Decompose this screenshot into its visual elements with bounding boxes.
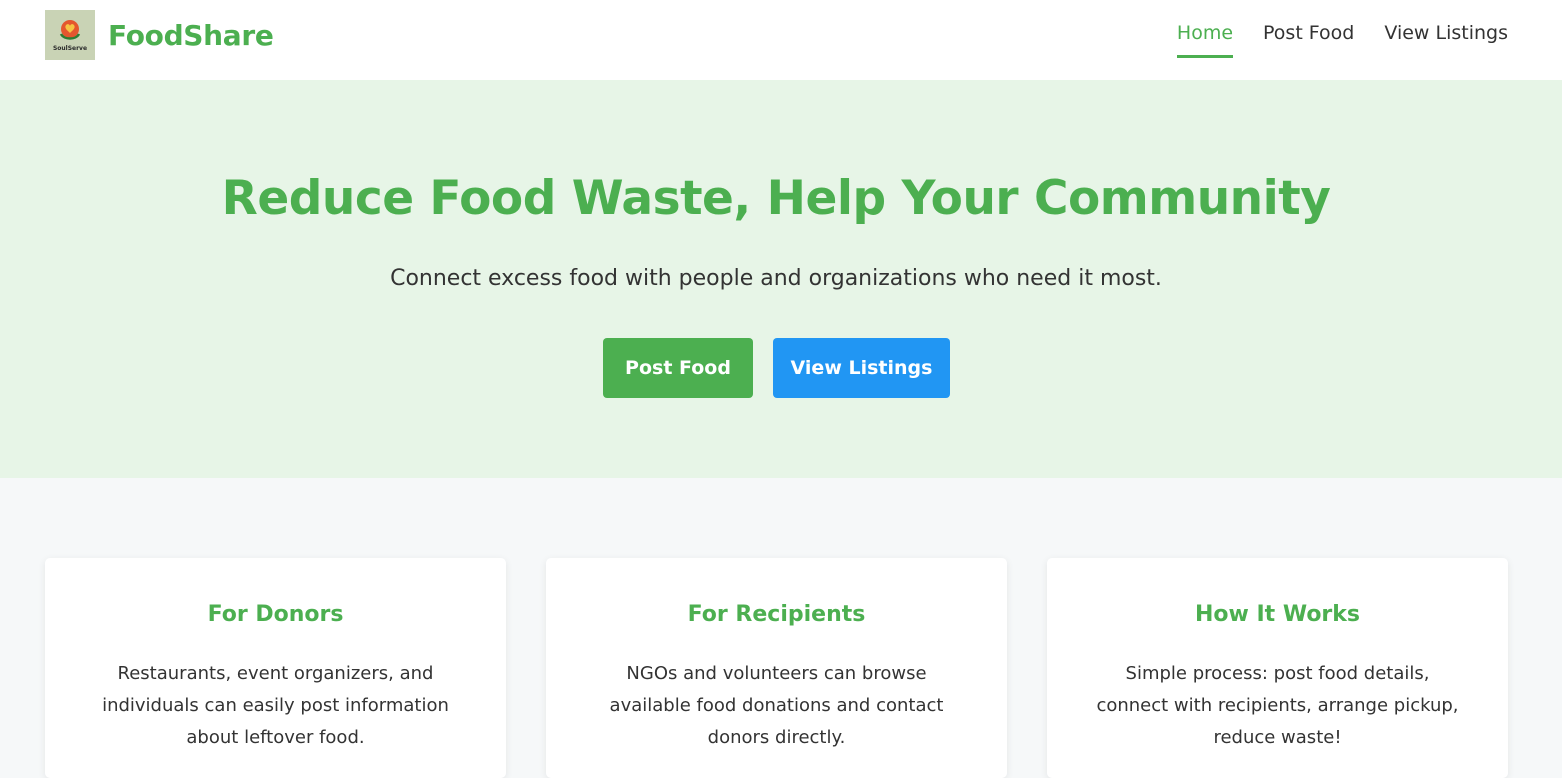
site-header: SoulServe FoodShare Home Post Food View … bbox=[0, 0, 1562, 80]
hero-section: Reduce Food Waste, Help Your Community C… bbox=[0, 80, 1562, 478]
logo-label: SoulServe bbox=[52, 45, 88, 52]
card-text: NGOs and volunteers can browse available… bbox=[609, 663, 944, 748]
card-title: For Recipients bbox=[687, 602, 866, 627]
brand-name[interactable]: FoodShare bbox=[108, 19, 274, 52]
brand[interactable]: SoulServe FoodShare bbox=[45, 10, 274, 60]
card-text: Simple process: post food details, conne… bbox=[1096, 663, 1459, 748]
nav-home-link[interactable]: Home bbox=[1176, 22, 1234, 58]
nav-post-food-link[interactable]: Post Food bbox=[1263, 22, 1354, 58]
nav-view-listings-link[interactable]: View Listings bbox=[1384, 22, 1508, 58]
logo: SoulServe bbox=[45, 10, 95, 60]
card-title: For Donors bbox=[207, 602, 344, 627]
view-listings-button[interactable]: View Listings bbox=[773, 338, 950, 398]
post-food-button[interactable]: Post Food bbox=[603, 338, 753, 398]
card-title: How It Works bbox=[1194, 602, 1361, 627]
heart-hands-icon bbox=[59, 20, 81, 40]
card-recipients: For Recipients NGOs and volunteers can b… bbox=[546, 558, 1007, 778]
card-text: Restaurants, event organizers, and indiv… bbox=[102, 663, 449, 748]
card-donors: For Donors Restaurants, event organizers… bbox=[45, 558, 506, 778]
hero-subtitle: Connect excess food with people and orga… bbox=[390, 266, 1162, 291]
main-nav: Home Post Food View Listings bbox=[1147, 22, 1508, 58]
card-how-it-works: How It Works Simple process: post food d… bbox=[1047, 558, 1508, 778]
hero-title: Reduce Food Waste, Help Your Community bbox=[221, 171, 1331, 226]
